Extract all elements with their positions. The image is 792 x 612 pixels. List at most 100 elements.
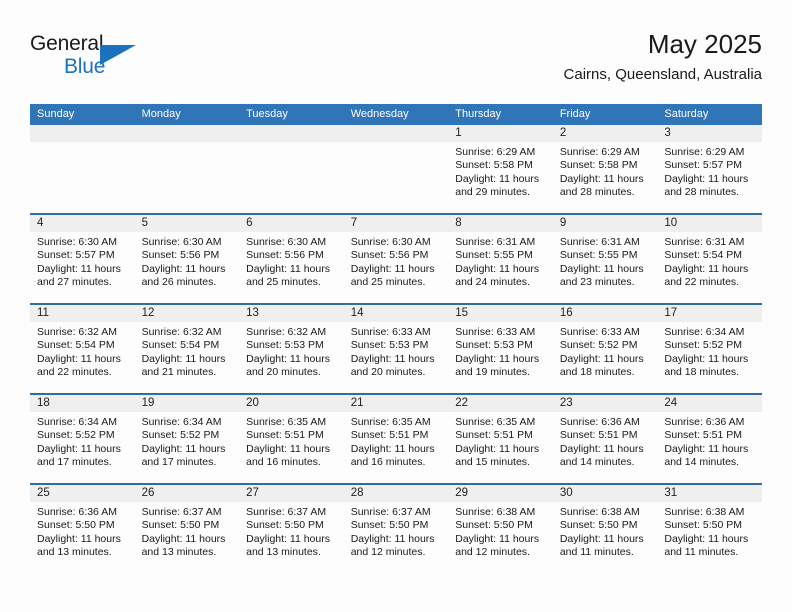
day-cell-inner: 24 Sunrise: 6:36 AM Sunset: 5:51 PM Dayl… [657,395,762,483]
day-cell[interactable]: 11 Sunrise: 6:32 AM Sunset: 5:54 PM Dayl… [30,303,135,394]
sunrise-text: Sunrise: 6:31 AM [559,236,640,248]
sunset-text: Sunset: 5:50 PM [559,519,638,532]
day-cell[interactable] [30,125,135,214]
day-number: 25 [30,485,135,502]
day-cell[interactable]: 20 Sunrise: 6:35 AM Sunset: 5:51 PM Dayl… [239,393,344,484]
day-cell[interactable]: 27 Sunrise: 6:37 AM Sunset: 5:50 PM Dayl… [239,483,344,573]
day-number: 26 [134,485,240,502]
day-details: Sunrise: 6:37 AM Sunset: 5:50 PM Dayligh… [239,502,344,560]
daylight-text-line1: Daylight: 11 hours [350,532,435,545]
day-cell[interactable]: 1 Sunrise: 6:29 AM Sunset: 5:58 PM Dayli… [448,125,553,214]
day-cell[interactable]: 23 Sunrise: 6:36 AM Sunset: 5:51 PM Dayl… [552,393,658,484]
day-cell[interactable]: 6 Sunrise: 6:30 AM Sunset: 5:56 PM Dayli… [239,213,344,304]
day-cell[interactable]: 19 Sunrise: 6:34 AM Sunset: 5:52 PM Dayl… [134,393,240,484]
weekday-header-tuesday: Tuesday [239,104,344,125]
day-cell[interactable]: 13 Sunrise: 6:32 AM Sunset: 5:53 PM Dayl… [239,303,344,394]
sunrise-text: Sunrise: 6:33 AM [455,326,536,338]
sunset-text: Sunset: 5:58 PM [455,159,533,172]
daylight-text-line2: and 13 minutes. [37,546,112,559]
sunset-text: Sunset: 5:50 PM [455,519,533,532]
sunset-text: Sunset: 5:52 PM [664,339,743,352]
daylight-text-line2: and 22 minutes. [37,366,112,379]
day-cell[interactable]: 22 Sunrise: 6:35 AM Sunset: 5:51 PM Dayl… [448,393,553,484]
day-cell[interactable] [343,125,449,214]
weekday-header-thursday: Thursday [448,104,553,125]
day-cell-inner: 20 Sunrise: 6:35 AM Sunset: 5:51 PM Dayl… [239,395,344,483]
sunset-text: Sunset: 5:51 PM [246,429,324,442]
daylight-text-line2: and 18 minutes. [559,366,635,379]
day-details: Sunrise: 6:35 AM Sunset: 5:51 PM Dayligh… [239,412,344,470]
day-number: 7 [343,215,449,232]
day-cell[interactable]: 5 Sunrise: 6:30 AM Sunset: 5:56 PM Dayli… [134,213,240,304]
day-cell[interactable]: 21 Sunrise: 6:35 AM Sunset: 5:51 PM Dayl… [343,393,449,484]
day-number: 31 [657,485,762,502]
day-number: 24 [657,395,762,412]
day-number: 3 [657,125,762,142]
day-number: 15 [448,305,553,322]
daylight-text-line1: Daylight: 11 hours [37,262,121,275]
sunset-text: Sunset: 5:58 PM [559,159,638,172]
daylight-text-line1: Daylight: 11 hours [37,352,121,365]
day-cell[interactable]: 12 Sunrise: 6:32 AM Sunset: 5:54 PM Dayl… [134,303,240,394]
day-cell[interactable]: 17 Sunrise: 6:34 AM Sunset: 5:52 PM Dayl… [657,303,762,394]
sunrise-text: Sunrise: 6:37 AM [246,506,327,518]
day-details: Sunrise: 6:35 AM Sunset: 5:51 PM Dayligh… [344,412,449,470]
day-cell[interactable]: 3 Sunrise: 6:29 AM Sunset: 5:57 PM Dayli… [657,125,762,214]
day-cell-inner: 31 Sunrise: 6:38 AM Sunset: 5:50 PM Dayl… [657,485,762,573]
day-cell-inner [343,125,449,213]
daylight-text-line2: and 15 minutes. [455,456,530,469]
day-details: Sunrise: 6:30 AM Sunset: 5:56 PM Dayligh… [239,232,344,290]
day-cell[interactable]: 15 Sunrise: 6:33 AM Sunset: 5:53 PM Dayl… [448,303,553,394]
day-details: Sunrise: 6:29 AM Sunset: 5:58 PM Dayligh… [553,142,658,200]
day-cell[interactable]: 4 Sunrise: 6:30 AM Sunset: 5:57 PM Dayli… [30,213,135,304]
day-cell[interactable]: 25 Sunrise: 6:36 AM Sunset: 5:50 PM Dayl… [30,483,135,573]
day-cell-inner [239,125,344,213]
day-cell[interactable]: 8 Sunrise: 6:31 AM Sunset: 5:55 PM Dayli… [448,213,553,304]
day-cell[interactable]: 9 Sunrise: 6:31 AM Sunset: 5:55 PM Dayli… [552,213,658,304]
sunrise-text: Sunrise: 6:35 AM [350,416,431,428]
daylight-text-line2: and 16 minutes. [350,456,426,469]
day-cell[interactable]: 7 Sunrise: 6:30 AM Sunset: 5:56 PM Dayli… [343,213,449,304]
daylight-text-line2: and 23 minutes. [559,276,635,289]
day-details: Sunrise: 6:29 AM Sunset: 5:58 PM Dayligh… [448,142,553,200]
day-cell[interactable] [239,125,344,214]
title-block: May 2025 Cairns, Queensland, Australia [564,28,762,84]
daylight-text-line2: and 27 minutes. [37,276,112,289]
day-details: Sunrise: 6:32 AM Sunset: 5:54 PM Dayligh… [30,322,135,380]
daylight-text-line1: Daylight: 11 hours [559,352,644,365]
day-number: 14 [343,305,449,322]
day-cell[interactable]: 29 Sunrise: 6:38 AM Sunset: 5:50 PM Dayl… [448,483,553,573]
sunrise-text: Sunrise: 6:36 AM [664,416,745,428]
day-details: Sunrise: 6:38 AM Sunset: 5:50 PM Dayligh… [553,502,658,560]
day-details: Sunrise: 6:38 AM Sunset: 5:50 PM Dayligh… [657,502,762,560]
day-cell[interactable]: 16 Sunrise: 6:33 AM Sunset: 5:52 PM Dayl… [552,303,658,394]
sunset-text: Sunset: 5:52 PM [141,429,220,442]
daylight-text-line1: Daylight: 11 hours [559,172,644,185]
sunrise-text: Sunrise: 6:30 AM [141,236,222,248]
sunset-text: Sunset: 5:50 PM [350,519,429,532]
day-cell-inner: 25 Sunrise: 6:36 AM Sunset: 5:50 PM Dayl… [30,485,135,573]
day-cell[interactable]: 28 Sunrise: 6:37 AM Sunset: 5:50 PM Dayl… [343,483,449,573]
day-number: 2 [552,125,658,142]
day-cell[interactable]: 30 Sunrise: 6:38 AM Sunset: 5:50 PM Dayl… [552,483,658,573]
daylight-text-line2: and 28 minutes. [559,186,635,199]
daylight-text-line1: Daylight: 11 hours [559,262,644,275]
day-cell[interactable]: 31 Sunrise: 6:38 AM Sunset: 5:50 PM Dayl… [657,483,762,573]
day-cell[interactable]: 10 Sunrise: 6:31 AM Sunset: 5:54 PM Dayl… [657,213,762,304]
day-number: 13 [239,305,344,322]
day-cell[interactable]: 26 Sunrise: 6:37 AM Sunset: 5:50 PM Dayl… [134,483,240,573]
page-title: May 2025 [647,29,762,59]
daylight-text-line2: and 11 minutes. [559,546,634,559]
day-cell[interactable]: 2 Sunrise: 6:29 AM Sunset: 5:58 PM Dayli… [552,125,658,214]
day-cell-inner: 14 Sunrise: 6:33 AM Sunset: 5:53 PM Dayl… [343,305,449,393]
day-cell-inner: 15 Sunrise: 6:33 AM Sunset: 5:53 PM Dayl… [448,305,553,393]
day-cell[interactable]: 18 Sunrise: 6:34 AM Sunset: 5:52 PM Dayl… [30,393,135,484]
brand-logo[interactable]: General Blue [30,32,250,88]
day-cell[interactable] [134,125,240,214]
day-cell-inner: 22 Sunrise: 6:35 AM Sunset: 5:51 PM Dayl… [448,395,553,483]
day-number: 10 [657,215,762,232]
day-details: Sunrise: 6:33 AM Sunset: 5:53 PM Dayligh… [344,322,449,380]
day-cell[interactable]: 24 Sunrise: 6:36 AM Sunset: 5:51 PM Dayl… [657,393,762,484]
day-cell[interactable]: 14 Sunrise: 6:33 AM Sunset: 5:53 PM Dayl… [343,303,449,394]
day-cell-inner: 13 Sunrise: 6:32 AM Sunset: 5:53 PM Dayl… [239,305,344,393]
